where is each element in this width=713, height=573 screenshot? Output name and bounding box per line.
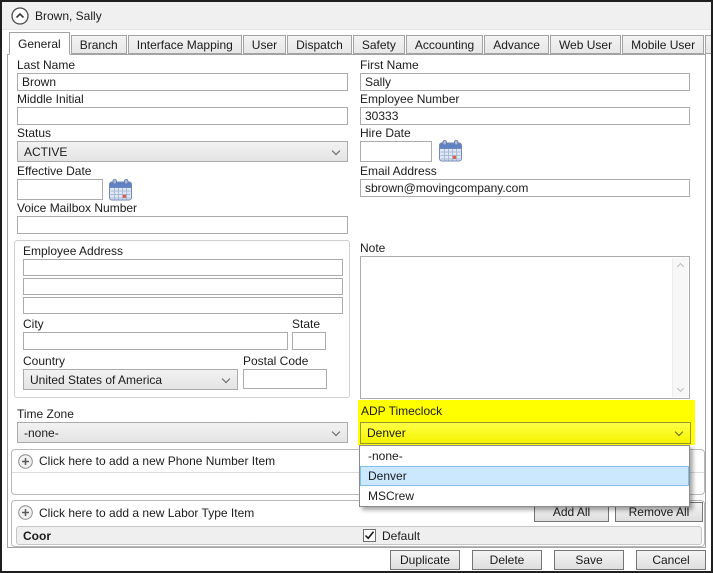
scroll-up-icon [676, 262, 685, 271]
adp-timeclock-combobox[interactable]: Denver [360, 422, 691, 444]
chevron-down-icon [331, 427, 341, 437]
calendar-icon [438, 140, 463, 166]
default-checkbox[interactable] [363, 529, 376, 542]
time-zone-value: -none- [24, 425, 59, 440]
collapse-button[interactable] [11, 7, 29, 25]
tab-mobile-user[interactable]: Mobile User [622, 35, 705, 54]
first-name-input[interactable]: Sally [360, 73, 690, 91]
tab-bar: General Branch Interface Mapping User Di… [9, 32, 711, 55]
hire-date-calendar-button[interactable] [438, 139, 463, 163]
country-label: Country [23, 354, 66, 368]
address-line1-input[interactable] [23, 259, 343, 276]
chevron-up-circle-icon [11, 7, 29, 28]
cancel-button[interactable]: Cancel [636, 550, 706, 570]
country-combobox[interactable]: United States of America [23, 369, 238, 390]
postal-code-label: Postal Code [243, 354, 309, 368]
scroll-down-icon [676, 384, 685, 393]
dropdown-option-mscrew[interactable]: MSCrew [360, 486, 689, 506]
add-labor-type-label: Click here to add a new Labor Type Item [39, 505, 255, 520]
time-zone-combobox[interactable]: -none- [17, 422, 348, 443]
voice-mailbox-input[interactable] [17, 216, 348, 234]
adp-timeclock-value: Denver [367, 426, 406, 440]
note-scrollbar[interactable] [672, 258, 688, 397]
plus-circle-icon [18, 505, 33, 520]
employee-number-label: Employee Number [360, 92, 460, 106]
effective-date-input[interactable] [17, 179, 103, 200]
tab-accounting[interactable]: Accounting [405, 35, 484, 54]
chevron-down-icon [674, 427, 684, 437]
labor-type-panel: Click here to add a new Labor Type Item … [11, 500, 705, 547]
adp-timeclock-dropdown-list: -none- Denver MSCrew [359, 445, 690, 507]
save-button[interactable]: Save [554, 550, 624, 570]
email-address-input[interactable]: sbrown@movingcompany.com [360, 179, 690, 197]
address-line3-input[interactable] [23, 297, 343, 314]
note-textarea[interactable] [360, 256, 690, 399]
city-label: City [23, 317, 44, 331]
checkmark-icon [364, 531, 375, 540]
window-header: Brown, Sally [2, 2, 711, 30]
tab-safety[interactable]: Safety [352, 35, 405, 54]
delete-button[interactable]: Delete [472, 550, 542, 570]
add-phone-number-label: Click here to add a new Phone Number Ite… [39, 454, 276, 468]
state-input[interactable] [292, 332, 326, 350]
adp-timeclock-label: ADP Timeclock [361, 404, 443, 418]
first-name-label: First Name [360, 58, 419, 72]
status-value: ACTIVE [24, 144, 68, 159]
note-label: Note [360, 241, 386, 255]
employee-address-label: Employee Address [23, 244, 124, 258]
hire-date-label: Hire Date [360, 126, 411, 140]
last-name-input[interactable]: Brown [17, 73, 348, 91]
tab-general[interactable]: General [9, 32, 70, 55]
duplicate-button[interactable]: Duplicate [390, 550, 460, 570]
status-label: Status [17, 126, 52, 140]
voice-mailbox-label: Voice Mailbox Number [17, 201, 138, 215]
dropdown-option-none[interactable]: -none- [360, 446, 689, 466]
tab-page-general: Last Name Brown First Name Sally Middle … [7, 54, 706, 548]
chevron-down-icon [221, 374, 231, 384]
plus-circle-icon [18, 453, 33, 469]
dropdown-option-denver[interactable]: Denver [360, 466, 689, 486]
tab-dispatch[interactable]: Dispatch [287, 35, 352, 54]
effective-date-calendar-button[interactable] [108, 178, 133, 202]
tab-documents[interactable]: Documents [705, 35, 711, 54]
tab-user[interactable]: User [242, 35, 287, 54]
tab-advance[interactable]: Advance [484, 35, 549, 54]
city-input[interactable] [23, 332, 288, 350]
postal-code-input[interactable] [243, 369, 327, 389]
chevron-down-icon [331, 146, 341, 156]
time-zone-label: Time Zone [17, 407, 74, 421]
tab-branch[interactable]: Branch [70, 35, 127, 54]
status-combobox[interactable]: ACTIVE [17, 141, 348, 162]
address-line2-input[interactable] [23, 278, 343, 295]
middle-initial-label: Middle Initial [17, 92, 84, 106]
effective-date-label: Effective Date [17, 164, 92, 178]
labor-type-row-coor[interactable]: Coor Default [16, 526, 702, 545]
country-value: United States of America [30, 372, 163, 387]
window-title: Brown, Sally [35, 9, 102, 23]
default-checkbox-label: Default [382, 529, 421, 543]
middle-initial-input[interactable] [17, 107, 348, 125]
tab-interface-mapping[interactable]: Interface Mapping [127, 35, 242, 54]
labor-type-name: Coor [23, 529, 51, 543]
employee-number-input[interactable]: 30333 [360, 107, 690, 125]
state-label: State [292, 317, 321, 331]
hire-date-input[interactable] [360, 141, 432, 162]
email-address-label: Email Address [360, 164, 437, 178]
employee-address-group: Employee Address City State Country Unit… [14, 240, 350, 398]
employee-detail-window: Brown, Sally General Branch Interface Ma… [0, 0, 713, 573]
tab-web-user[interactable]: Web User [549, 35, 622, 54]
last-name-label: Last Name [17, 58, 76, 72]
